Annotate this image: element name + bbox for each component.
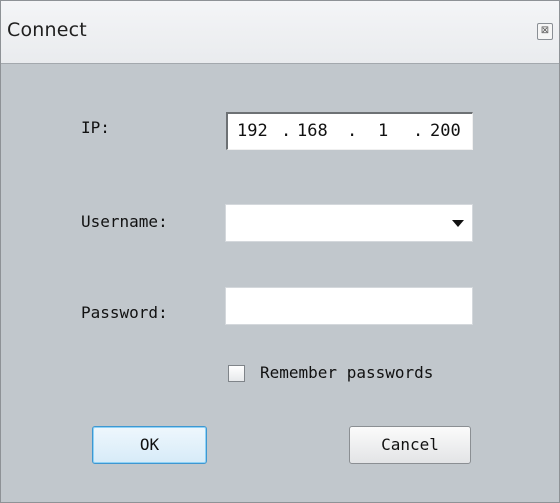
cancel-button[interactable]: Cancel <box>349 426 471 464</box>
window-title: Connect <box>7 19 87 41</box>
ip-separator: . <box>347 121 358 141</box>
password-field[interactable] <box>225 287 473 325</box>
remember-passwords-label[interactable]: Remember passwords <box>260 363 433 382</box>
chevron-down-icon[interactable] <box>452 220 464 227</box>
ip-octet-2[interactable]: 168 <box>297 121 328 141</box>
ip-separator: . <box>281 121 292 141</box>
title-bar: Connect ⊠ <box>1 1 559 64</box>
connect-dialog: Connect ⊠ IP: 192 . 168 . 1 . 200 Userna… <box>0 0 560 503</box>
ip-octet-1[interactable]: 192 <box>237 121 268 141</box>
ip-address-field[interactable]: 192 . 168 . 1 . 200 <box>226 112 473 150</box>
username-label: Username: <box>81 212 168 231</box>
ip-octet-3[interactable]: 1 <box>378 121 388 141</box>
ok-button[interactable]: OK <box>92 426 207 464</box>
remember-passwords-checkbox[interactable] <box>228 365 245 382</box>
ip-label: IP: <box>81 118 110 137</box>
ip-separator: . <box>413 121 424 141</box>
username-combobox[interactable] <box>225 204 473 242</box>
ip-octet-4[interactable]: 200 <box>430 121 461 141</box>
close-icon[interactable]: ⊠ <box>537 23 553 40</box>
password-label: Password: <box>81 303 168 322</box>
